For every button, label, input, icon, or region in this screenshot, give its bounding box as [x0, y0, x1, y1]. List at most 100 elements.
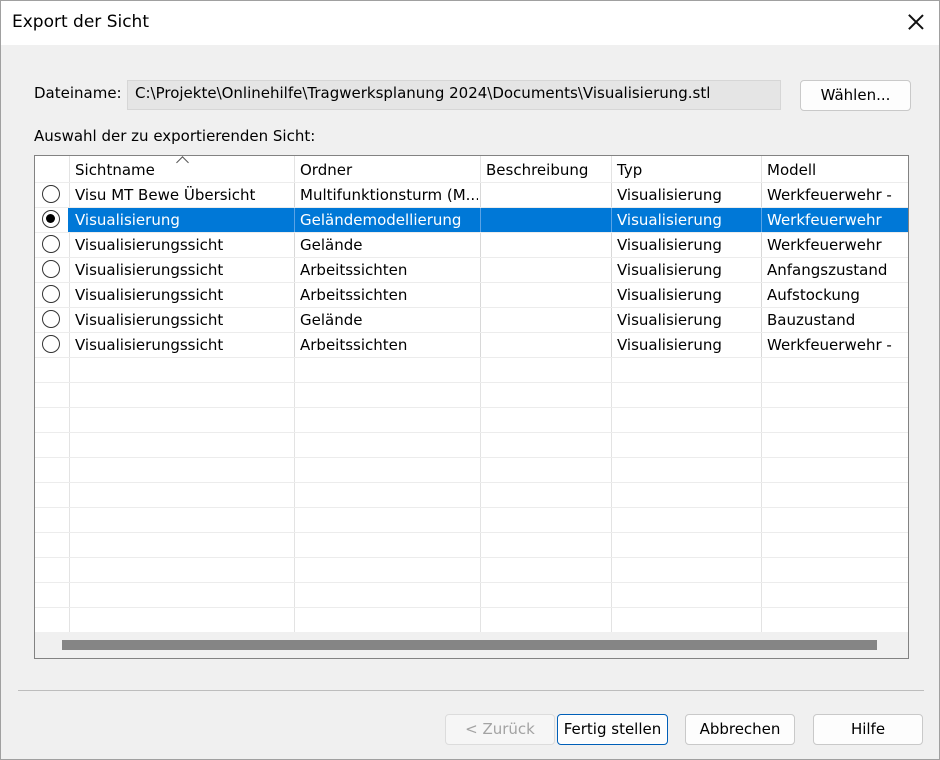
browse-button[interactable]: Wählen...: [800, 80, 911, 111]
grid-line: [35, 257, 908, 258]
close-icon[interactable]: [901, 7, 931, 37]
filename-field[interactable]: C:\Projekte\Onlinehilfe\Tragwerksplanung…: [127, 80, 781, 110]
cancel-button[interactable]: Abbrechen: [685, 714, 795, 745]
cell-divider: [294, 208, 295, 233]
scrollbar-thumb[interactable]: [62, 640, 877, 650]
grid-line: [35, 457, 908, 458]
cell-divider: [480, 258, 481, 283]
radio-button[interactable]: [42, 335, 60, 353]
grid-line: [35, 432, 908, 433]
cell-divider: [761, 233, 762, 258]
type-cell: Visualisierung: [617, 336, 722, 354]
radio-button[interactable]: [42, 185, 60, 203]
folder-cell: Multifunktionsturm (M...: [300, 186, 478, 204]
table-row[interactable]: Visualisierungssicht Gelände Visualisierun…: [35, 308, 908, 333]
cell-divider: [480, 308, 481, 333]
table-row[interactable]: Visualisierungssicht Arbeitssichten Visual…: [35, 283, 908, 308]
cell-divider: [294, 333, 295, 358]
grid-line: [35, 307, 908, 308]
cell-divider: [761, 308, 762, 333]
radio-button[interactable]: [42, 260, 60, 278]
type-cell: Visualisierung: [617, 261, 722, 279]
grid-line: [35, 557, 908, 558]
grid-line: [35, 332, 908, 333]
table-row[interactable]: Visualisierung Geländemodellierung Visuali…: [35, 208, 908, 233]
folder-cell: Gelände: [300, 311, 363, 329]
column-header-sichtname[interactable]: Sichtname: [75, 161, 155, 179]
cell-divider: [611, 258, 612, 283]
cell-divider: [480, 283, 481, 308]
table-row[interactable]: Visu MT Bewe Übersicht Multifunktionsturm…: [35, 183, 908, 208]
folder-cell: Arbeitssichten: [300, 286, 408, 304]
cell-divider: [294, 258, 295, 283]
cell-divider: [480, 208, 481, 233]
cell-divider: [761, 258, 762, 283]
model-cell: Werkfeuerwehr -: [767, 186, 892, 204]
grid-line: [35, 232, 908, 233]
folder-cell: Gelände: [300, 236, 363, 254]
column-header-typ[interactable]: Typ: [617, 161, 642, 179]
model-cell: Werkfeuerwehr: [767, 236, 882, 254]
type-cell: Visualisierung: [617, 236, 722, 254]
grid-line: [35, 407, 908, 408]
folder-cell: Arbeitssichten: [300, 261, 408, 279]
column-header-beschreibung[interactable]: Beschreibung: [486, 161, 588, 179]
cell-divider: [611, 333, 612, 358]
name-cell: Visualisierungssicht: [75, 261, 224, 279]
type-cell: Visualisierung: [617, 186, 722, 204]
filename-label: Dateiname:: [34, 84, 122, 102]
grid-line: [35, 207, 908, 208]
dialog-title: Export der Sicht: [12, 12, 149, 32]
radio-button[interactable]: [42, 310, 60, 328]
name-cell: Visualisierung: [75, 211, 180, 229]
table-row[interactable]: Visualisierungssicht Arbeitssichten Visual…: [35, 333, 908, 358]
column-header-modell[interactable]: Modell: [767, 161, 816, 179]
radio-button[interactable]: [42, 235, 60, 253]
radio-button[interactable]: [42, 210, 60, 228]
name-cell: Visu MT Bewe Übersicht: [75, 186, 256, 204]
cell-divider: [611, 283, 612, 308]
grid-line: [35, 282, 908, 283]
footer-divider: [18, 690, 924, 691]
cell-divider: [480, 333, 481, 358]
radio-button[interactable]: [42, 285, 60, 303]
help-button[interactable]: Hilfe: [813, 714, 923, 745]
grid-line: [35, 582, 908, 583]
horizontal-scrollbar[interactable]: [35, 632, 908, 658]
folder-cell: Arbeitssichten: [300, 336, 408, 354]
model-cell: Anfangszustand: [767, 261, 888, 279]
view-table: Sichtname Ordner Beschreibung Typ Modell…: [34, 155, 909, 659]
grid-line: [35, 607, 908, 608]
cell-divider: [480, 183, 481, 208]
grid-line: [35, 507, 908, 508]
model-cell: Bauzustand: [767, 311, 856, 329]
finish-button[interactable]: Fertig stellen: [557, 714, 668, 745]
cell-divider: [294, 183, 295, 208]
name-cell: Visualisierungssicht: [75, 336, 224, 354]
model-cell: Werkfeuerwehr: [767, 211, 882, 229]
cell-divider: [294, 233, 295, 258]
cell-divider: [294, 283, 295, 308]
selection-label: Auswahl der zu exportierenden Sicht:: [34, 127, 316, 145]
table-row[interactable]: Visualisierungssicht Gelände Visualisierun…: [35, 233, 908, 258]
type-cell: Visualisierung: [617, 311, 722, 329]
cell-divider: [611, 308, 612, 333]
grid-line: [35, 482, 908, 483]
folder-cell: Geländemodellierung: [300, 211, 462, 229]
back-button[interactable]: < Zurück: [445, 714, 555, 745]
cell-divider: [761, 208, 762, 233]
cell-divider: [761, 183, 762, 208]
cell-divider: [480, 233, 481, 258]
cell-divider: [611, 183, 612, 208]
model-cell: Aufstockung: [767, 286, 860, 304]
cell-divider: [611, 233, 612, 258]
grid-line: [35, 382, 908, 383]
table-row[interactable]: Visualisierungssicht Arbeitssichten Visual…: [35, 258, 908, 283]
grid-line: [35, 182, 908, 183]
name-cell: Visualisierungssicht: [75, 311, 224, 329]
cell-divider: [761, 283, 762, 308]
model-cell: Werkfeuerwehr -: [767, 336, 892, 354]
column-header-ordner[interactable]: Ordner: [300, 161, 352, 179]
type-cell: Visualisierung: [617, 211, 722, 229]
type-cell: Visualisierung: [617, 286, 722, 304]
